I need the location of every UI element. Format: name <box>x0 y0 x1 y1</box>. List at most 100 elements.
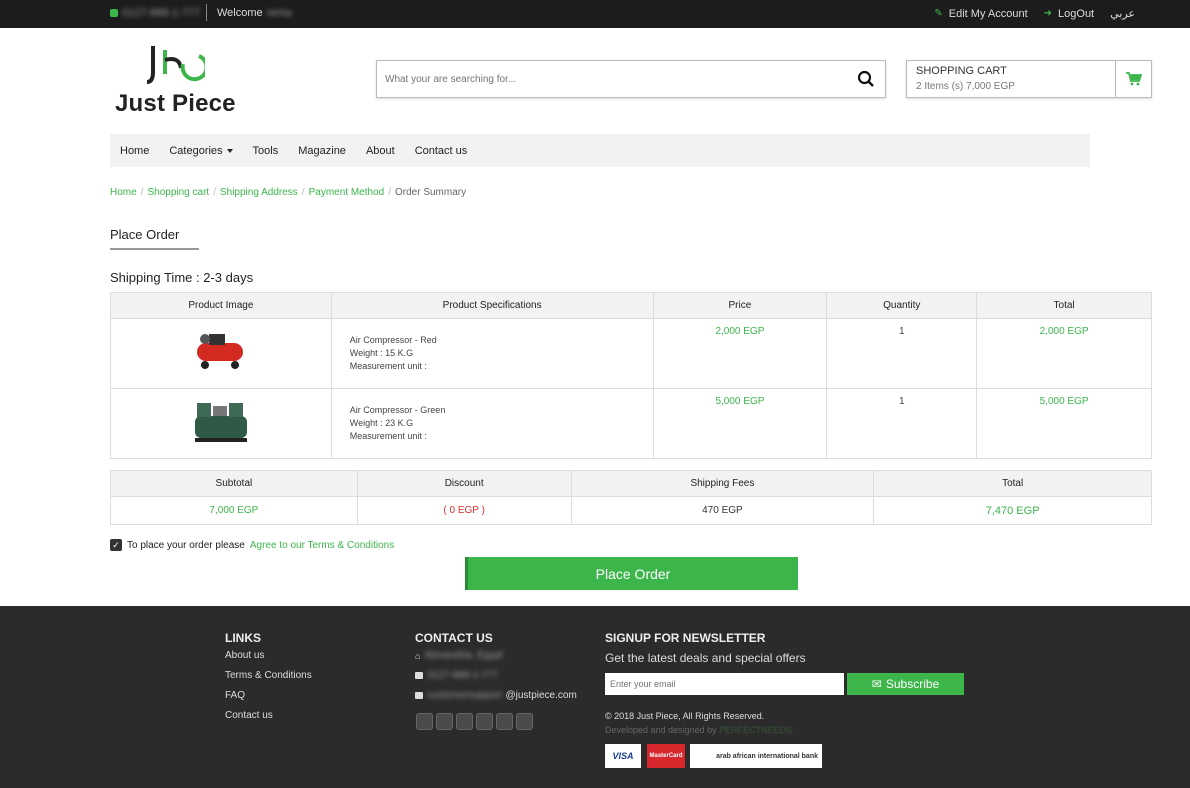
envelope-icon: ✉ <box>871 677 882 691</box>
product-unit: Measurement unit : <box>349 361 427 371</box>
summary-values-row: 7,000 EGP ( 0 EGP ) 470 EGP 7,470 EGP <box>110 496 1152 525</box>
copyright: © 2018 Just Piece, All Rights Reserved. <box>605 711 765 721</box>
header-price: Price <box>652 292 828 319</box>
linkedin-icon[interactable] <box>436 713 453 730</box>
header-product-specifications: Product Specifications <box>330 292 654 319</box>
newsletter-email-input[interactable] <box>605 673 844 695</box>
breadcrumb-home[interactable]: Home <box>110 187 137 198</box>
cart-button[interactable] <box>1115 61 1151 97</box>
nav-item-tools[interactable]: Tools <box>253 145 279 157</box>
breadcrumb-separator: / <box>213 187 216 198</box>
welcome-label: Welcome <box>217 7 263 19</box>
logout-icon: ➜ <box>1043 8 1053 19</box>
twitter-icon[interactable] <box>476 713 493 730</box>
phone-icon <box>110 9 118 17</box>
footer-email-user: customersupport <box>427 690 502 701</box>
terms-text: To place your order please <box>127 539 245 551</box>
site-footer <box>0 606 1190 788</box>
logo-text: Just Piece <box>115 90 236 117</box>
shipping-fees-value: 470 EGP <box>570 496 875 525</box>
search-input[interactable] <box>377 61 837 97</box>
newsletter-subtitle: Get the latest deals and special offers <box>605 651 806 665</box>
summary-header-row: Subtotal Discount Shipping Fees Total <box>110 470 1152 497</box>
site-logo[interactable]: Just Piece <box>115 44 245 117</box>
home-icon: ⌂ <box>415 650 421 661</box>
shopping-cart-widget[interactable]: SHOPPING CART 2 Items (s) 7,000 EGP <box>906 60 1152 98</box>
nav-item-contact[interactable]: Contact us <box>415 145 468 157</box>
footer-address-text: Alexandria, Egypt <box>424 650 503 661</box>
product-spec-cell: Air Compressor - Red Weight : 15 K.G Mea… <box>330 318 654 389</box>
footer-link-contact[interactable]: Contact us <box>225 710 273 721</box>
products-table: Product Image Product Specifications Pri… <box>110 292 1152 459</box>
welcome-text: Welcome rema <box>217 7 292 19</box>
topbar-actions: ✎ Edit My Account ➜ LogOut عربي <box>934 7 1135 21</box>
mastercard-logo: MasterCard <box>647 744 685 768</box>
cart-icon <box>1125 72 1142 86</box>
subscribe-label: Subscribe <box>885 677 940 691</box>
nav-item-magazine[interactable]: Magazine <box>298 145 346 157</box>
breadcrumb-payment-method[interactable]: Payment Method <box>309 187 385 198</box>
visa-logo: VISA <box>605 744 641 768</box>
products-header-row: Product Image Product Specifications Pri… <box>110 292 1152 319</box>
title-underline <box>110 248 199 250</box>
search-icon[interactable] <box>857 70 875 88</box>
footer-link-terms[interactable]: Terms & Conditions <box>225 670 312 681</box>
product-image-cell <box>110 318 332 389</box>
developer-credit-text: Developed and designed by <box>605 725 717 735</box>
instagram-icon[interactable] <box>416 713 433 730</box>
order-summary-table: Subtotal Discount Shipping Fees Total 7,… <box>110 470 1152 525</box>
subscribe-button[interactable]: ✉ Subscribe <box>847 673 964 695</box>
youtube-icon[interactable] <box>516 713 533 730</box>
product-image-red-compressor[interactable] <box>195 331 247 373</box>
nav-item-categories[interactable]: Categories <box>169 144 233 157</box>
breadcrumb: Home / Shopping cart / Shipping Address / P… <box>110 187 466 198</box>
header-quantity: Quantity <box>826 292 978 319</box>
terms-link[interactable]: Agree to our Terms & Conditions <box>250 540 394 551</box>
footer-link-about[interactable]: About us <box>225 650 264 661</box>
discount-value: ( 0 EGP ) <box>356 496 572 525</box>
top-bar: 0127-888-1-777 Welcome rema ✎ Edit My Ac… <box>0 0 1190 28</box>
aaib-bank-logo: arab african international bank <box>690 744 822 768</box>
developer-name[interactable]: PERFECTNEEDS <box>719 725 792 735</box>
breadcrumb-shipping-address[interactable]: Shipping Address <box>220 187 298 198</box>
grand-total-value: 7,470 EGP <box>873 496 1152 525</box>
topbar-phone: 0127-888-1-777 <box>110 7 200 19</box>
google-plus-icon[interactable] <box>456 713 473 730</box>
subtotal-value: 7,000 EGP <box>110 496 358 525</box>
product-name: Air Compressor - Red <box>349 335 437 345</box>
nav-item-categories-label: Categories <box>169 144 223 157</box>
logout-link[interactable]: ➜ LogOut <box>1044 8 1094 20</box>
edit-account-label: Edit My Account <box>948 7 1028 20</box>
product-image-green-compressor[interactable] <box>191 398 251 446</box>
edit-account-link[interactable]: ✎ Edit My Account <box>934 8 1027 20</box>
footer-link-faq[interactable]: FAQ <box>225 690 245 701</box>
breadcrumb-separator: / <box>301 187 305 198</box>
header-discount: Discount <box>356 470 572 497</box>
table-row: Air Compressor - Red Weight : 15 K.G Mea… <box>110 318 1152 389</box>
product-total: 2,000 EGP <box>976 318 1152 389</box>
cart-title: SHOPPING CART <box>916 65 1007 77</box>
footer-contact-title: CONTACT US <box>415 631 493 645</box>
caret-down-icon <box>226 148 233 153</box>
product-spec-cell: Air Compressor - Green Weight : 23 K.G M… <box>330 388 654 459</box>
terms-checkbox[interactable]: ✓ <box>110 539 122 551</box>
place-order-button[interactable]: Place Order <box>465 557 798 590</box>
social-links <box>416 713 533 730</box>
main-nav: Home Categories Tools Magazine About Con… <box>110 134 1090 167</box>
search-box <box>376 60 886 98</box>
topbar-phone-number: 0127-888-1-777 <box>122 7 201 19</box>
phone-icon <box>415 672 423 679</box>
nav-item-about[interactable]: About <box>366 145 395 157</box>
language-switch[interactable]: عربي <box>1110 7 1135 20</box>
table-row: Air Compressor - Green Weight : 23 K.G M… <box>110 388 1152 459</box>
shipping-time: Shipping Time : 2-3 days <box>110 270 254 285</box>
product-quantity: 1 <box>826 388 978 459</box>
footer-links-title: LINKS <box>225 631 261 645</box>
cart-summary: 2 Items (s) 7,000 EGP <box>916 81 1015 92</box>
header-shipping-fees: Shipping Fees <box>570 470 875 497</box>
facebook-icon[interactable] <box>496 713 513 730</box>
breadcrumb-shopping-cart[interactable]: Shopping cart <box>147 187 209 198</box>
nav-item-home[interactable]: Home <box>120 145 149 157</box>
breadcrumb-current: Order Summary <box>394 187 467 198</box>
newsletter-title: SIGNUP FOR NEWSLETTER <box>605 631 766 645</box>
